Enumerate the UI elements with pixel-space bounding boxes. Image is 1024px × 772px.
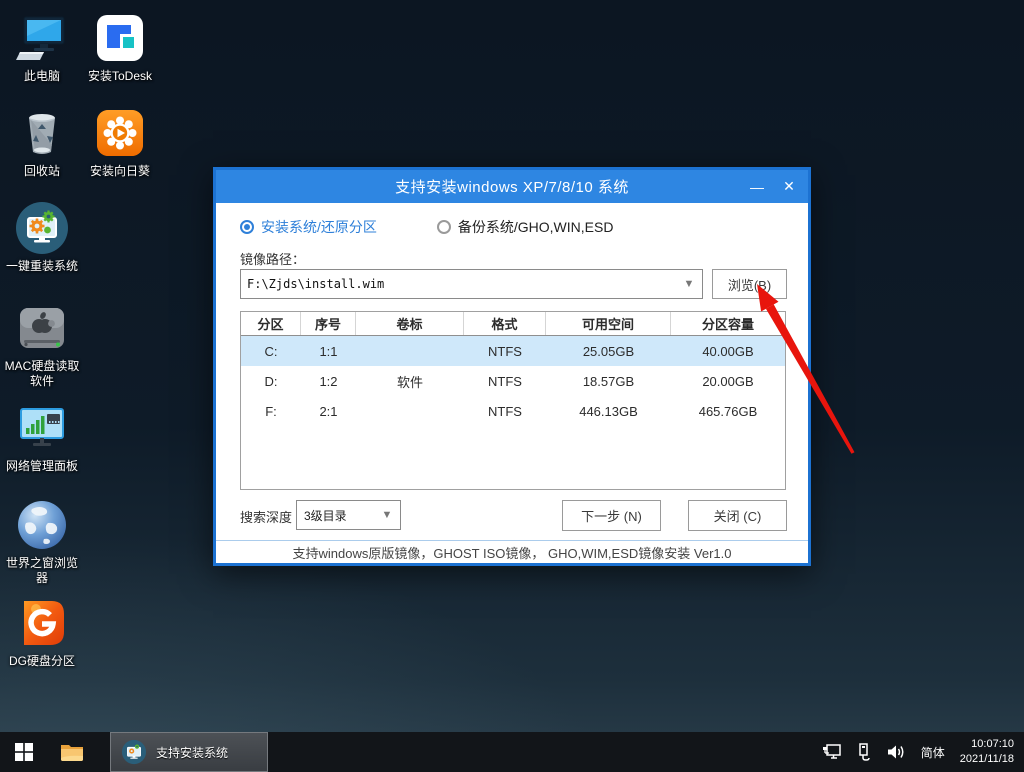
cell-format: NTFS [464,404,546,419]
column-header: 序号 [301,312,356,335]
close-icon[interactable]: ✕ [776,170,802,203]
image-path-label: 镜像路径： [240,249,305,268]
cell-format: NTFS [464,344,546,359]
column-header: 分区 [241,312,301,335]
table-row-c[interactable]: C: 1:1 NTFS 25.05GB 40.00GB [241,336,785,366]
column-header: 卷标 [356,312,464,335]
taskbar-app-label: 支持安装系统 [156,744,228,761]
desktop-icon-label: 世界之窗浏览器 [4,556,80,586]
reinstall-system-icon [14,200,70,256]
network-icon[interactable] [822,743,842,761]
installer-app-icon [121,739,147,765]
system-tray: 简体 10:07:10 2021/11/18 [822,732,1024,772]
desktop-icon-label: MAC硬盘读取软件 [4,359,80,389]
dialog-title: 支持安装windows XP/7/8/10 系统 [395,176,629,197]
taskbar: 支持安装系统 [0,732,1024,772]
minimize-icon[interactable]: — [744,170,770,203]
network-panel-icon [14,400,70,456]
radio-unselected-icon [437,220,451,234]
volume-icon[interactable] [886,743,906,761]
diskgenius-icon [14,595,70,651]
desktop-icon-mac-disk[interactable]: MAC硬盘读取软件 [4,300,80,389]
desktop-icon-label: 安装向日葵 [82,164,158,179]
this-pc-icon [14,10,70,66]
radio-install-restore[interactable]: 安装系统/还原分区 [240,217,377,237]
chevron-down-icon[interactable]: ▼ [676,278,702,290]
column-header: 可用空间 [546,312,671,335]
cell-partition: D: [241,374,301,389]
desktop-icon-label: 一键重装系统 [4,259,80,274]
partition-table: 分区 序号 卷标 格式 可用空间 分区容量 C: 1:1 NTFS 25.05G… [240,311,786,490]
installer-dialog: 支持安装windows XP/7/8/10 系统 — ✕ 安装系统/还原分区 备… [213,167,811,566]
desktop-icon-todesk[interactable]: 安装ToDesk [82,10,158,84]
start-button[interactable] [0,732,48,772]
chevron-down-icon: ▼ [374,509,400,521]
mode-radio-group: 安装系统/还原分区 备份系统/GHO,WIN,ESD [240,217,613,237]
dialog-footer: 支持windows原版镜像，GHOST ISO镜像， GHO,WIM,ESD镜像… [216,540,808,563]
desktop-icon-recycle-bin[interactable]: 回收站 [4,105,80,179]
desktop-icon-label: 回收站 [4,164,80,179]
cell-partition: C: [241,344,301,359]
desktop-icon-network-panel[interactable]: 网络管理面板 [4,400,80,474]
desktop-icon-reinstall[interactable]: 一键重装系统 [4,200,80,274]
clock-time: 10:07:10 [960,737,1014,752]
usb-device-icon[interactable] [857,743,871,761]
desktop-icon-sunflower[interactable]: 安装向日葵 [82,105,158,179]
world-browser-icon [14,497,70,553]
cell-free: 446.13GB [546,404,671,419]
desktop-icon-diskgenius[interactable]: DG硬盘分区 [4,595,80,669]
taskbar-app-installer[interactable]: 支持安装系统 [110,732,268,772]
desktop-icon-label: DG硬盘分区 [4,654,80,669]
column-header: 分区容量 [671,312,785,335]
cell-capacity: 465.76GB [671,404,785,419]
dialog-titlebar: 支持安装windows XP/7/8/10 系统 — ✕ [216,170,808,203]
cell-free: 18.57GB [546,374,671,389]
radio-label: 安装系统/还原分区 [261,217,377,237]
radio-selected-icon [240,220,254,234]
clock-date: 2021/11/18 [960,752,1014,767]
cell-format: NTFS [464,374,546,389]
cell-volume: 软件 [356,372,464,391]
desktop: 此电脑 安装ToDesk 回收站 [0,0,1024,772]
taskbar-clock[interactable]: 10:07:10 2021/11/18 [960,737,1014,767]
todesk-icon [92,10,148,66]
file-explorer-button[interactable] [48,732,96,772]
cell-free: 25.05GB [546,344,671,359]
folder-icon [60,742,84,762]
recycle-bin-icon [14,105,70,161]
cell-index: 1:1 [301,344,356,359]
cell-partition: F: [241,404,301,419]
sunflower-icon [92,105,148,161]
radio-backup-system[interactable]: 备份系统/GHO,WIN,ESD [437,217,614,237]
windows-logo-icon [15,743,33,761]
desktop-icon-label: 此电脑 [4,69,80,84]
column-header: 格式 [464,312,546,335]
dialog-body: 安装系统/还原分区 备份系统/GHO,WIN,ESD 镜像路径： ▼ 浏览(B)… [216,203,808,563]
cell-capacity: 20.00GB [671,374,785,389]
desktop-icon-this-pc[interactable]: 此电脑 [4,10,80,84]
search-depth-dropdown[interactable]: 3级目录 ▼ [296,500,401,530]
cell-index: 2:1 [301,404,356,419]
desktop-icon-label: 网络管理面板 [4,459,80,474]
next-button[interactable]: 下一步 (N) [562,500,661,531]
table-row-d[interactable]: D: 1:2 软件 NTFS 18.57GB 20.00GB [241,366,785,396]
browse-button[interactable]: 浏览(B) [712,269,787,299]
cell-index: 1:2 [301,374,356,389]
desktop-icon-browser[interactable]: 世界之窗浏览器 [4,497,80,586]
image-path-input[interactable] [241,270,676,298]
image-path-combobox[interactable]: ▼ [240,269,703,299]
input-language-indicator[interactable]: 简体 [921,744,945,761]
desktop-icon-label: 安装ToDesk [82,69,158,84]
mac-disk-icon [14,300,70,356]
partition-table-header: 分区 序号 卷标 格式 可用空间 分区容量 [241,312,785,336]
cell-capacity: 40.00GB [671,344,785,359]
table-row-f[interactable]: F: 2:1 NTFS 446.13GB 465.76GB [241,396,785,426]
search-depth-label: 搜索深度 [240,507,292,526]
close-button[interactable]: 关闭 (C) [688,500,787,531]
radio-label: 备份系统/GHO,WIN,ESD [458,217,614,237]
search-depth-value: 3级目录 [297,507,374,524]
